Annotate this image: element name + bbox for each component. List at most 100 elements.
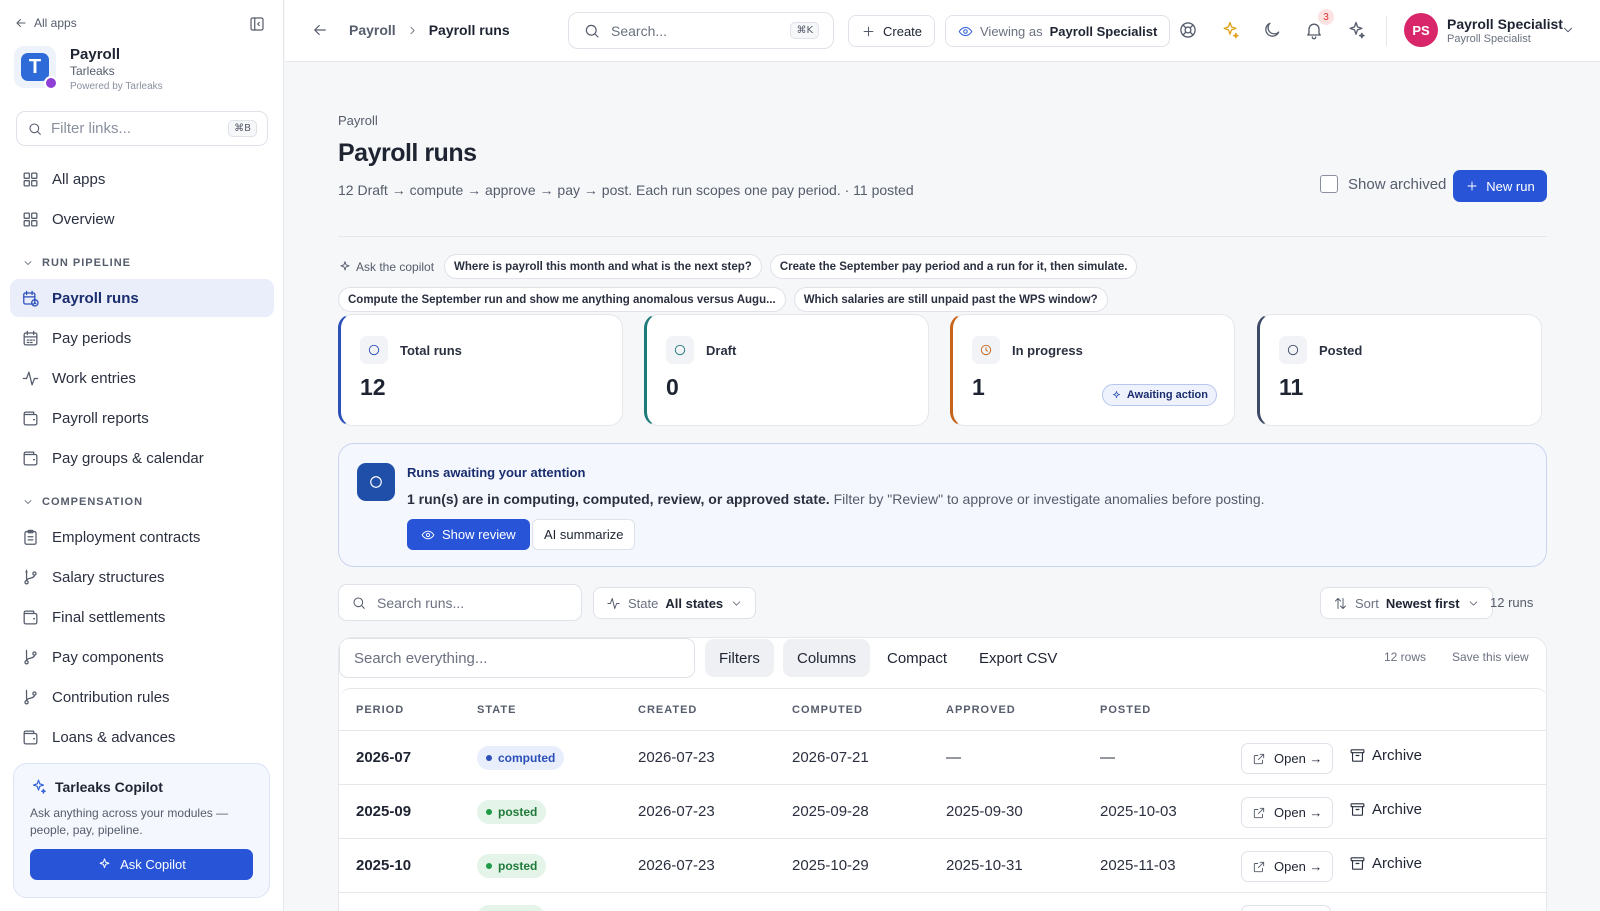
sidebar-item-label: Pay components — [52, 648, 164, 666]
sidebar-item-all-apps[interactable]: All apps — [10, 160, 274, 198]
activity-icon — [607, 597, 620, 609]
table-search-input[interactable]: Search everything... — [339, 638, 695, 678]
sidebar-section-run-pipeline[interactable]: RUN PIPELINE — [22, 257, 131, 269]
save-view-button[interactable]: Save this view — [1452, 650, 1529, 664]
global-search-input[interactable]: Search... ⌘K — [568, 12, 834, 49]
column-header-approved[interactable]: APPROVED — [946, 704, 1016, 716]
ai-summarize-button[interactable]: AI summarize — [532, 519, 636, 550]
back-button[interactable] — [311, 21, 329, 39]
sidebar-item-pay-periods[interactable]: Pay periods — [10, 319, 274, 357]
open-run-button[interactable] — [1241, 905, 1331, 911]
search-runs-input[interactable]: Search runs... — [338, 584, 582, 621]
sparkles-icon — [1112, 390, 1120, 398]
sidebar-item-contribution-rules[interactable]: Contribution rules — [10, 678, 274, 716]
open-run-button[interactable]: Open → — [1241, 743, 1334, 774]
sidebar-section-title: RUN PIPELINE — [42, 257, 132, 269]
user-menu-toggle[interactable] — [1561, 23, 1575, 37]
sort-dropdown[interactable]: Sort Newest first — [1320, 587, 1493, 619]
archive-run-button[interactable]: Archive — [1349, 801, 1422, 818]
stat-card-total-runs[interactable]: Total runs 12 — [338, 314, 623, 426]
plus-icon — [1467, 181, 1477, 191]
ask-copilot-label: Ask Copilot — [120, 857, 186, 872]
archive-icon — [1350, 803, 1365, 816]
stat-card-draft[interactable]: Draft 0 — [644, 314, 929, 426]
user-role: Payroll Specialist — [1447, 32, 1531, 45]
column-header-posted[interactable]: POSTED — [1100, 704, 1151, 716]
table-row[interactable]: 2025-10 posted 2026-07-23 2025-10-29 202… — [339, 839, 1546, 893]
copilot-prompt-chip[interactable]: Compute the September run and show me an… — [338, 287, 786, 312]
attention-banner: Runs awaiting your attention 1 run(s) ar… — [338, 443, 1547, 567]
clock-icon — [980, 344, 992, 356]
ai-sparkle-button[interactable] — [1220, 20, 1240, 40]
stat-value: 11 — [1279, 374, 1304, 400]
sidebar-item-final-settlements[interactable]: Final settlements — [10, 598, 274, 636]
back-to-all-apps-link[interactable]: All apps — [14, 16, 77, 30]
show-archived-toggle[interactable]: Show archived — [1320, 175, 1446, 193]
awaiting-action-label: Awaiting action — [1126, 389, 1208, 401]
archive-run-label: Archive — [1372, 747, 1423, 764]
new-run-button[interactable]: New run — [1453, 170, 1547, 202]
sidebar-item-pay-groups-calendar[interactable]: Pay groups & calendar — [10, 439, 274, 477]
column-header-computed[interactable]: COMPUTED — [792, 704, 863, 716]
sidebar-section-title: COMPENSATION — [42, 496, 144, 508]
stat-card-posted[interactable]: Posted 11 — [1257, 314, 1542, 426]
cell-computed: 2025-10-29 — [792, 857, 869, 874]
column-header-state[interactable]: STATE — [477, 704, 516, 716]
stat-card-in-progress[interactable]: In progress 1 Awaiting action — [950, 314, 1235, 426]
global-search-placeholder: Search... — [611, 22, 668, 39]
sidebar-section-compensation[interactable]: COMPENSATION — [22, 496, 143, 508]
user-menu[interactable]: PS Payroll Specialist Payroll Specialist — [1404, 13, 1563, 47]
archive-run-button[interactable]: Archive — [1349, 855, 1422, 872]
table-row[interactable]: 2026-07 computed 2026-07-23 2026-07-21 —… — [339, 731, 1546, 785]
search-icon — [585, 24, 599, 38]
columns-button[interactable]: Columns — [783, 639, 871, 677]
clipboard-icon — [24, 529, 37, 545]
state-filter-dropdown[interactable]: State All states — [593, 587, 757, 619]
sidebar-item-salary-structures[interactable]: Salary structures — [10, 558, 274, 596]
open-run-button[interactable]: Open → — [1241, 797, 1334, 828]
help-button[interactable] — [1178, 20, 1198, 40]
export-csv-button[interactable]: Export CSV — [965, 639, 1071, 677]
sidebar-item-payroll-runs[interactable]: Payroll runs — [10, 279, 274, 317]
sidebar-item-payroll-reports[interactable]: Payroll reports — [10, 399, 274, 437]
moon-icon — [1265, 22, 1280, 37]
table-row[interactable] — [339, 893, 1546, 911]
column-header-period[interactable]: PERIOD — [356, 704, 404, 716]
copilot-prompt-chip[interactable]: Where is payroll this month and what is … — [444, 254, 762, 279]
brand-logo: T — [14, 46, 58, 90]
external-link-icon — [1253, 753, 1265, 764]
show-review-button[interactable]: Show review — [407, 519, 530, 550]
ask-copilot-label: Ask the copilot — [338, 260, 434, 274]
viewing-as-selector[interactable]: Viewing as Payroll Specialist — [945, 15, 1171, 47]
ask-copilot-button[interactable]: Ask Copilot — [30, 849, 253, 880]
sidebar-item-loans-advances[interactable]: Loans & advances — [10, 718, 274, 756]
open-run-label: Open → — [1274, 751, 1323, 766]
stat-value: 1 — [972, 374, 985, 400]
column-header-created[interactable]: CREATED — [638, 704, 697, 716]
create-button[interactable]: Create — [848, 15, 936, 47]
breadcrumb-payroll[interactable]: Payroll — [349, 22, 396, 38]
table-header: PERIOD STATE CREATED COMPUTED APPROVED P… — [339, 688, 1546, 731]
brand-subtitle: Tarleaks — [70, 64, 115, 78]
compact-button[interactable]: Compact — [873, 639, 961, 677]
copilot-prompt-chip[interactable]: Create the September pay period and a ru… — [769, 254, 1138, 279]
filter-links-input[interactable]: Filter links... ⌘B — [16, 111, 268, 146]
filters-button[interactable]: Filters — [705, 639, 774, 677]
sidebar-item-label: Final settlements — [52, 608, 166, 626]
search-runs-placeholder: Search runs... — [377, 594, 465, 611]
sidebar-item-overview[interactable]: Overview — [10, 200, 274, 238]
archive-run-button[interactable]: Archive — [1349, 747, 1422, 764]
status-badge-label: posted — [498, 859, 538, 873]
open-run-button[interactable]: Open → — [1241, 851, 1334, 882]
collapse-sidebar-button[interactable] — [248, 15, 266, 33]
table-row[interactable]: 2025-09 posted 2026-07-23 2025-09-28 202… — [339, 785, 1546, 839]
copilot-button[interactable] — [1346, 20, 1366, 40]
sidebar-item-employment-contracts[interactable]: Employment contracts — [10, 518, 274, 556]
sidebar-item-pay-components[interactable]: Pay components — [10, 638, 274, 676]
copilot-prompts-row-1: Ask the copilot Where is payroll this mo… — [338, 254, 1138, 279]
sidebar-item-work-entries[interactable]: Work entries — [10, 359, 274, 397]
copilot-prompt-chip[interactable]: Which salaries are still unpaid past the… — [793, 287, 1108, 312]
lifebuoy-icon — [1180, 22, 1196, 38]
show-archived-checkbox[interactable] — [1320, 175, 1338, 193]
theme-toggle-button[interactable] — [1262, 20, 1282, 40]
